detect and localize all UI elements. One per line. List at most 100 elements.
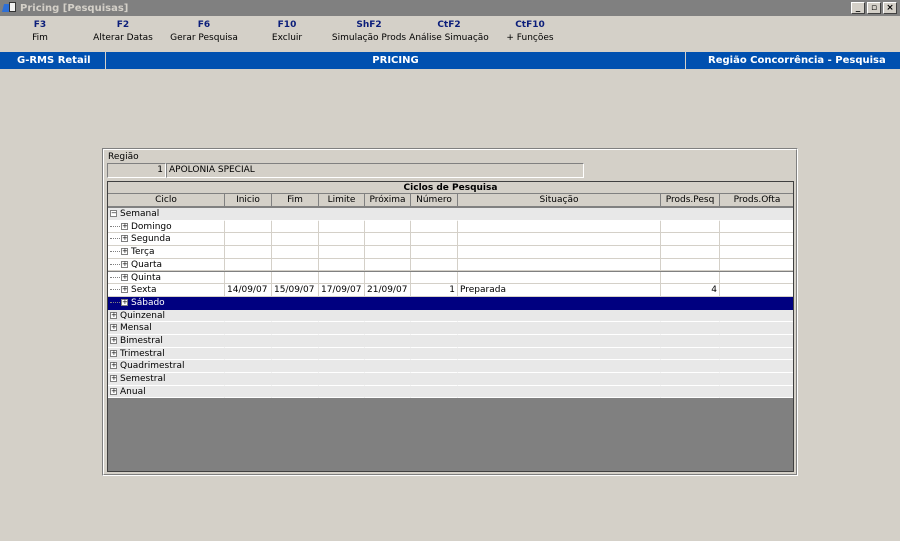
col-prods-pesq-header[interactable]: Prods.Pesq bbox=[661, 194, 720, 207]
cell-inicio bbox=[225, 258, 272, 272]
expand-icon[interactable]: + bbox=[110, 324, 117, 332]
cell-pesq bbox=[661, 385, 720, 399]
expand-icon[interactable]: + bbox=[110, 375, 117, 383]
col-numero-header[interactable]: Número bbox=[411, 194, 458, 207]
expand-icon[interactable]: + bbox=[121, 235, 128, 243]
table-row[interactable]: + Quarta bbox=[108, 258, 793, 272]
col-prods-ofta-header[interactable]: Prods.Ofta bbox=[720, 194, 793, 207]
col-situacao-header[interactable]: Situação bbox=[458, 194, 661, 207]
cell-pesq bbox=[661, 322, 720, 335]
table-row[interactable]: + Semestral bbox=[108, 373, 793, 386]
cell-pesq bbox=[661, 271, 720, 285]
cell-fim bbox=[272, 208, 319, 221]
module-header: G-RMS Retail PRICING Região Concorrência… bbox=[0, 52, 900, 69]
cell-ciclo: + Mensal bbox=[108, 322, 225, 335]
table-row[interactable]: + Quinta bbox=[108, 271, 793, 285]
expand-icon[interactable]: + bbox=[121, 222, 128, 230]
cell-ciclo: + Segunda bbox=[108, 233, 225, 247]
cell-inicio bbox=[225, 385, 272, 399]
close-button[interactable]: × bbox=[883, 2, 897, 14]
key-label: CtF2 bbox=[437, 20, 461, 30]
table-row[interactable]: + Bimestral bbox=[108, 335, 793, 348]
maximize-button[interactable]: ▫ bbox=[867, 2, 881, 14]
table-row[interactable]: + Mensal bbox=[108, 322, 793, 335]
col-proxima-header[interactable]: Próxima bbox=[365, 194, 411, 207]
expand-icon[interactable]: + bbox=[110, 387, 117, 395]
regiao-name-field[interactable]: APOLONIA SPECIAL bbox=[166, 163, 584, 178]
ciclo-label: Quarta bbox=[131, 259, 163, 270]
excluir-button[interactable]: F10 Excluir bbox=[266, 20, 308, 43]
alterar-datas-button[interactable]: F2 Alterar Datas bbox=[92, 20, 154, 43]
analise-simulacao-button[interactable]: CtF2 Análise Simuação bbox=[408, 20, 490, 43]
expand-icon[interactable]: + bbox=[121, 248, 128, 256]
expand-icon[interactable]: + bbox=[121, 286, 128, 294]
cell-proxima bbox=[365, 309, 411, 323]
cell-limite bbox=[319, 347, 365, 361]
screen-name: Região Concorrência - Pesquisa bbox=[708, 55, 886, 66]
cell-ciclo: + Semestral bbox=[108, 373, 225, 386]
fim-button[interactable]: F3 Fim bbox=[20, 20, 60, 43]
table-row[interactable]: + Anual bbox=[108, 385, 793, 399]
cell-ofta bbox=[720, 233, 793, 247]
table-row[interactable]: + Quinzenal bbox=[108, 309, 793, 323]
cell-fim bbox=[272, 347, 319, 361]
cell-numero bbox=[411, 385, 458, 399]
cell-ofta bbox=[720, 296, 793, 310]
expand-icon[interactable]: + bbox=[121, 298, 128, 306]
cell-inicio bbox=[225, 220, 272, 234]
cell-situacao bbox=[458, 322, 661, 335]
col-fim-header[interactable]: Fim bbox=[272, 194, 319, 207]
cell-numero bbox=[411, 309, 458, 323]
table-row[interactable]: − Semanal bbox=[108, 208, 793, 221]
cell-situacao bbox=[458, 246, 661, 259]
ciclo-label: Sábado bbox=[131, 297, 165, 308]
table-row[interactable]: + Terça bbox=[108, 246, 793, 259]
regiao-label: Região bbox=[108, 152, 139, 162]
expand-icon[interactable]: + bbox=[110, 349, 117, 357]
expand-icon[interactable]: + bbox=[121, 273, 128, 281]
tree-connector bbox=[110, 251, 120, 253]
key-label: F3 bbox=[33, 20, 47, 30]
cell-numero bbox=[411, 258, 458, 272]
ciclo-label: Bimestral bbox=[120, 336, 163, 346]
cell-inicio bbox=[225, 322, 272, 335]
table-row[interactable]: + Sábado bbox=[108, 296, 793, 310]
mais-funcoes-button[interactable]: CtF10 + Funções bbox=[504, 20, 556, 43]
cell-pesq bbox=[661, 360, 720, 374]
minimize-button[interactable]: _ bbox=[851, 2, 865, 14]
col-inicio-header[interactable]: Inicio bbox=[225, 194, 272, 207]
regiao-code-field[interactable]: 1 bbox=[107, 163, 166, 178]
table-row[interactable]: + Segunda bbox=[108, 233, 793, 247]
cell-fim bbox=[272, 271, 319, 285]
cell-situacao: Preparada bbox=[458, 284, 661, 297]
cell-inicio bbox=[225, 271, 272, 285]
cell-numero bbox=[411, 322, 458, 335]
table-row[interactable]: + Domingo bbox=[108, 220, 793, 234]
simulacao-prods-button[interactable]: ShF2 Simulação Prods bbox=[330, 20, 408, 43]
cell-proxima: 21/09/07 bbox=[365, 284, 411, 297]
expand-icon[interactable]: + bbox=[121, 260, 128, 268]
expand-icon[interactable]: + bbox=[110, 337, 117, 344]
cell-limite bbox=[319, 246, 365, 259]
cell-inicio: 14/09/07 bbox=[225, 284, 272, 297]
cell-ofta bbox=[720, 246, 793, 259]
cell-proxima bbox=[365, 246, 411, 259]
gerar-pesquisa-button[interactable]: F6 Gerar Pesquisa bbox=[170, 20, 238, 43]
tree-connector bbox=[110, 276, 120, 278]
table-row[interactable]: + Trimestral bbox=[108, 347, 793, 361]
button-label: Gerar Pesquisa bbox=[170, 33, 238, 43]
tree-connector bbox=[110, 289, 120, 291]
cell-ciclo: + Quinzenal bbox=[108, 309, 225, 323]
cell-inicio bbox=[225, 373, 272, 386]
table-row[interactable]: + Quadrimestral bbox=[108, 360, 793, 374]
cell-numero bbox=[411, 360, 458, 374]
col-limite-header[interactable]: Limite bbox=[319, 194, 365, 207]
cell-ciclo: + Anual bbox=[108, 385, 225, 399]
table-row[interactable]: + Sexta 14/09/07 15/09/07 17/09/07 21/09/07 1 P… bbox=[108, 284, 793, 297]
collapse-icon[interactable]: − bbox=[110, 210, 117, 217]
cell-pesq bbox=[661, 208, 720, 221]
expand-icon[interactable]: + bbox=[110, 362, 117, 370]
col-ciclo-header[interactable]: Ciclo bbox=[108, 194, 225, 207]
expand-icon[interactable]: + bbox=[110, 311, 117, 319]
ciclo-label: Semanal bbox=[120, 209, 160, 219]
